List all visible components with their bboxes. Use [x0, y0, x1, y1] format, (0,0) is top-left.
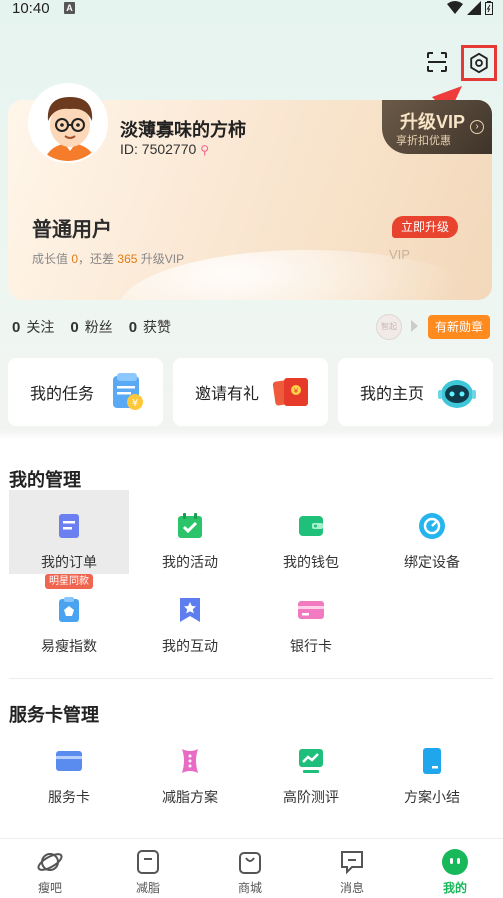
tab-label: 减脂 [135, 881, 160, 895]
grid-item-label: 高阶测评 [283, 789, 339, 805]
medal-icon[interactable]: 智起 [376, 314, 402, 340]
user-id-text: ID: 7502770 [120, 141, 197, 157]
task-clipboard-icon: ¥ [113, 373, 143, 410]
stat-label: 关注 [26, 319, 55, 335]
stat-followers[interactable]: 0 粉丝 [70, 317, 112, 337]
order-icon [59, 514, 79, 538]
vip-tag-subtitle: 享折扣优惠 [396, 135, 451, 147]
tab-messages[interactable]: 消息 [302, 839, 402, 898]
stat-following[interactable]: 0 关注 [12, 317, 54, 337]
star-bookmark-icon [180, 598, 200, 622]
slim-index-item[interactable]: 易瘦指数 [9, 574, 129, 658]
quick-card-label: 我的任务 [30, 386, 95, 403]
service-title: 服务卡管理 [9, 705, 99, 725]
growth-suffix: 升级VIP [140, 252, 185, 266]
plan-summary-item[interactable]: 方案小结 [372, 725, 492, 809]
my-interaction-item[interactable]: 我的互动 [130, 574, 250, 658]
tab-label: 瘦吧 [37, 881, 62, 895]
grid-item-label: 我的互动 [162, 638, 218, 654]
my-activities-item[interactable]: 我的活动 [130, 490, 250, 574]
message-icon [341, 851, 363, 875]
planet-icon [37, 853, 63, 871]
quick-card-label: 我的主页 [360, 386, 425, 403]
svg-text:¥: ¥ [294, 387, 299, 395]
device-icon [419, 513, 445, 539]
red-envelope-icon: ¥ [272, 378, 308, 406]
square-icon [137, 850, 159, 874]
stat-label: 获赞 [143, 319, 172, 335]
tab-label: 商城 [237, 881, 262, 895]
svg-text:¥: ¥ [132, 398, 138, 409]
chevron-right-icon: › [470, 120, 484, 134]
tab-mine[interactable]: 我的 [405, 839, 503, 898]
invite-gift-card[interactable]: 邀请有礼 ¥ [173, 358, 328, 426]
fat-loss-plan-item[interactable]: 减脂方案 [130, 725, 250, 809]
grid-item-label: 我的活动 [162, 554, 218, 570]
my-homepage-card[interactable]: 我的主页 [338, 358, 493, 426]
my-orders-item[interactable]: 我的订单 [9, 490, 129, 574]
corset-icon [182, 749, 198, 773]
smiley-face-icon [442, 849, 468, 875]
growth-needed: 365 [117, 252, 138, 266]
monitor-chart-icon [299, 749, 323, 773]
grid-item-label: 方案小结 [404, 789, 460, 805]
username: 淡薄寡味的方柿 [120, 120, 246, 140]
vip-tag-title: 升级VIP [400, 112, 466, 132]
tab-label: 消息 [339, 881, 364, 895]
calendar-check-icon [178, 513, 202, 538]
quick-card-label: 邀请有礼 [195, 386, 260, 403]
play-arrow-icon [411, 320, 418, 332]
grid-item-label: 我的钱包 [283, 554, 339, 570]
stat-label: 粉丝 [84, 319, 113, 335]
social-stats: 0 关注 0 粉丝 0 获赞 [12, 317, 171, 337]
bank-card-item[interactable]: 银行卡 [251, 574, 371, 658]
stat-count: 0 [128, 319, 138, 336]
vip-watermark: VIP [389, 247, 410, 262]
stat-count: 0 [70, 319, 79, 336]
stat-count: 0 [12, 319, 21, 336]
grid-item-label: 服务卡 [48, 789, 90, 805]
tab-fat-loss[interactable]: 减脂 [98, 839, 198, 898]
grid-item-label: 减脂方案 [162, 789, 218, 805]
tab-shouba[interactable]: 瘦吧 [0, 839, 100, 898]
upgrade-vip-tag[interactable]: 升级VIP 享折扣优惠 › [382, 100, 492, 154]
growth-mid: ，还差 [78, 252, 115, 266]
bottom-tab-bar: 瘦吧 减脂 商城 消息 我的 [0, 838, 503, 898]
tab-label: 我的 [442, 881, 467, 895]
shopping-bag-icon [239, 852, 261, 874]
grid-item-label: 绑定设备 [404, 554, 460, 570]
grid-item-label: 我的订单 [41, 554, 97, 570]
upgrade-button[interactable]: 立即升级 [392, 216, 459, 238]
growth-info: 成长值 0，还差 365 升级VIP [32, 250, 184, 267]
user-id: ID: 7502770 ⚲ [120, 141, 209, 157]
grid-item-label: 易瘦指数 [41, 638, 97, 654]
grid-item-label: 银行卡 [290, 638, 332, 654]
member-level: 普通用户 [32, 219, 112, 241]
stat-likes[interactable]: 0 获赞 [129, 317, 171, 337]
service-card-item[interactable]: 服务卡 [9, 725, 129, 809]
tab-mall[interactable]: 商城 [200, 839, 300, 898]
new-medal-badge[interactable]: 有新勋章 [428, 315, 491, 339]
card-icon [56, 751, 82, 771]
growth-prefix: 成长值 [32, 252, 69, 266]
bind-device-item[interactable]: 绑定设备 [372, 490, 492, 574]
wallet-icon [299, 516, 323, 536]
bank-card-icon [298, 601, 324, 619]
section-divider [9, 678, 493, 679]
avatar[interactable] [28, 83, 108, 163]
my-wallet-item[interactable]: 我的钱包 [251, 490, 371, 574]
index-clipboard-icon [59, 597, 79, 622]
notebook-icon [423, 748, 441, 774]
my-tasks-card[interactable]: 我的任务 ¥ [8, 358, 163, 426]
advanced-assessment-item[interactable]: 高阶测评 [251, 725, 371, 809]
management-title: 我的管理 [9, 470, 81, 490]
key-icon: ⚲ [200, 143, 209, 157]
robot-icon [438, 380, 476, 408]
